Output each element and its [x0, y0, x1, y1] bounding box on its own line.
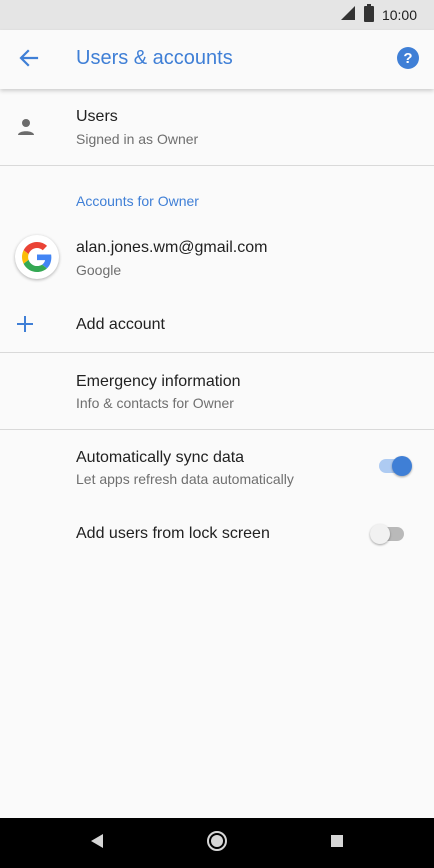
nav-back-button[interactable] — [85, 831, 109, 855]
google-account-row[interactable]: alan.jones.wm@gmail.com Google — [0, 222, 434, 292]
emergency-info-row[interactable]: Emergency information Info & contacts fo… — [0, 353, 434, 429]
person-icon — [16, 117, 36, 142]
page-title: Users & accounts — [76, 47, 233, 69]
status-icons: 10:00 — [340, 3, 417, 27]
toggle-thumb — [370, 524, 390, 544]
battery-icon — [363, 3, 374, 27]
app-bar: Users & accounts ? — [0, 30, 434, 89]
lock-screen-users-row[interactable]: Add users from lock screen — [0, 506, 434, 562]
toggle-thumb — [392, 456, 412, 476]
add-account-label: Add account — [76, 316, 165, 333]
status-bar: 10:00 — [0, 0, 434, 30]
divider — [0, 165, 434, 166]
status-time: 10:00 — [381, 7, 417, 23]
lock-screen-users-title: Add users from lock screen — [76, 525, 270, 542]
plus-icon — [17, 316, 33, 337]
emergency-title: Emergency information — [76, 373, 241, 390]
auto-sync-title: Automatically sync data — [76, 449, 245, 466]
section-header-accounts: Accounts for Owner — [76, 193, 199, 209]
auto-sync-toggle[interactable] — [377, 454, 413, 478]
help-icon: ? — [403, 49, 413, 67]
lock-screen-users-toggle[interactable] — [370, 522, 406, 546]
navigation-bar — [0, 818, 434, 868]
emergency-subtitle: Info & contacts for Owner — [76, 395, 234, 411]
nav-recents-icon — [330, 834, 344, 853]
nav-back-icon — [90, 833, 104, 854]
nav-recents-button[interactable] — [325, 831, 349, 855]
account-provider: Google — [76, 262, 122, 278]
users-title: Users — [76, 108, 118, 125]
auto-sync-subtitle: Let apps refresh data automatically — [76, 471, 294, 487]
users-subtitle: Signed in as Owner — [76, 131, 199, 147]
google-logo-icon — [15, 235, 59, 279]
back-button[interactable] — [14, 45, 44, 75]
help-button[interactable]: ? — [397, 47, 419, 69]
signal-icon — [340, 5, 356, 26]
add-account-row[interactable]: Add account — [0, 300, 434, 350]
account-email: alan.jones.wm@gmail.com — [76, 239, 268, 256]
auto-sync-row[interactable]: Automatically sync data Let apps refresh… — [0, 430, 434, 506]
arrow-back-icon — [19, 48, 39, 73]
users-row[interactable]: Users Signed in as Owner — [0, 89, 434, 165]
nav-home-icon — [206, 830, 228, 857]
nav-home-button[interactable] — [205, 830, 229, 857]
